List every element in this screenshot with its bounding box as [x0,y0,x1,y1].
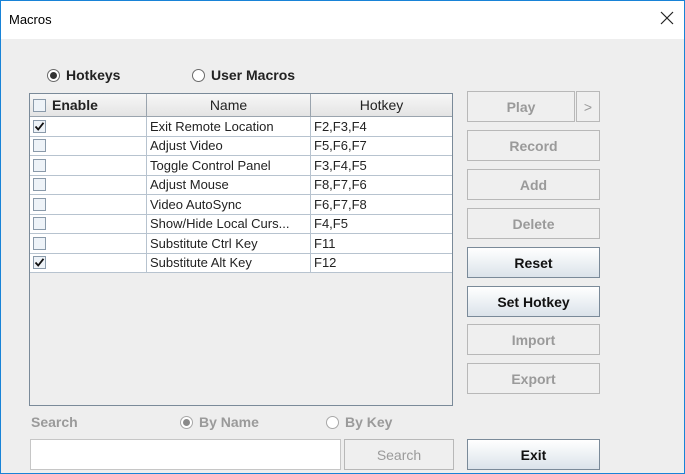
play-button[interactable]: Play [467,91,575,122]
row-name-cell: Adjust Video [147,136,311,155]
delete-button[interactable]: Delete [467,208,600,239]
row-name-cell: Adjust Mouse [147,175,311,194]
enable-checkbox[interactable] [33,217,46,231]
row-enable-cell [30,253,147,272]
hotkeys-radio-label: Hotkeys [66,67,121,83]
hotkeys-radio[interactable]: Hotkeys [47,67,120,83]
header-name-label: Name [209,97,248,113]
row-hotkey-cell: F5,F6,F7 [314,138,367,154]
row-enable-cell [30,214,147,233]
row-name-cell: Show/Hide Local Curs... [147,214,311,233]
row-hotkey-cell: F4,F5 [314,216,348,232]
by-name-radio[interactable]: By Name [180,414,259,430]
row-name-cell: Video AutoSync [147,195,311,214]
search-input[interactable] [30,439,341,470]
row-name-cell: Substitute Ctrl Key [147,234,311,253]
table-body: Exit Remote Location F2,F3,F4 Adjust Video… [30,117,452,273]
select-all-checkbox[interactable] [33,98,46,112]
macro-table: Enable Name Hotkey Exit Remote Location F… [29,93,453,406]
table-row[interactable]: Substitute Ctrl Key F11 [30,234,452,254]
row-enable-cell [30,234,147,253]
by-key-radio-label: By Key [345,414,393,430]
close-button[interactable] [650,1,684,35]
window-title: Macros [9,12,52,27]
export-button[interactable]: Export [467,363,600,394]
by-name-radio-label: By Name [199,414,259,430]
table-header: Enable Name Hotkey [30,94,452,117]
checkmark-icon [34,258,45,268]
search-label: Search [31,414,78,430]
table-row[interactable]: Exit Remote Location F2,F3,F4 [30,117,452,137]
enable-checkbox[interactable] [33,197,46,211]
row-enable-cell [30,117,147,136]
row-enable-cell [30,195,147,214]
enable-checkbox[interactable] [33,256,46,270]
table-row[interactable]: Adjust Video F5,F6,F7 [30,136,452,156]
row-hotkey-cell: F3,F4,F5 [314,157,367,173]
search-button[interactable]: Search [344,439,454,470]
row-hotkey-cell: F11 [314,235,336,251]
checkmark-icon [34,121,45,131]
close-icon [660,11,674,25]
header-hotkey[interactable]: Hotkey [311,94,452,116]
title-bar: Macros [1,1,684,39]
radio-selected-icon [47,68,60,82]
header-enable-label: Enable [52,97,98,113]
row-hotkey-cell: F8,F7,F6 [314,177,367,193]
radio-unselected-icon [192,68,205,82]
row-hotkey-cell: F2,F3,F4 [314,118,367,134]
add-button[interactable]: Add [467,169,600,200]
by-key-radio[interactable]: By Key [326,414,392,430]
row-enable-cell [30,156,147,175]
set-hotkey-button[interactable]: Set Hotkey [467,286,600,317]
play-options-button[interactable]: > [576,91,600,122]
user-macros-radio-label: User Macros [211,67,296,83]
radio-selected-icon [180,415,193,429]
exit-button[interactable]: Exit [467,439,600,470]
row-enable-cell [30,175,147,194]
table-row[interactable]: Show/Hide Local Curs... F4,F5 [30,214,452,234]
reset-button[interactable]: Reset [467,247,600,278]
row-name-cell: Substitute Alt Key [147,253,311,272]
header-hotkey-label: Hotkey [359,97,404,113]
radio-unselected-icon [326,415,339,429]
enable-checkbox[interactable] [33,158,46,172]
table-row[interactable]: Substitute Alt Key F12 [30,253,452,273]
row-enable-cell [30,136,147,155]
import-button[interactable]: Import [467,324,600,355]
table-row[interactable]: Video AutoSync F6,F7,F8 [30,195,452,215]
enable-checkbox[interactable] [33,119,46,133]
row-name-cell: Exit Remote Location [147,117,311,136]
enable-checkbox[interactable] [33,139,46,153]
row-hotkey-cell: F12 [314,255,337,271]
user-macros-radio[interactable]: User Macros [192,67,295,83]
header-name[interactable]: Name [147,94,311,116]
enable-checkbox[interactable] [33,178,46,192]
record-button[interactable]: Record [467,130,600,161]
table-row[interactable]: Adjust Mouse F8,F7,F6 [30,175,452,195]
row-hotkey-cell: F6,F7,F8 [314,196,367,212]
macros-dialog: Macros Hotkeys User Macros Enable Name H… [0,0,685,474]
row-name-cell: Toggle Control Panel [147,156,311,175]
header-enable[interactable]: Enable [30,94,147,116]
enable-checkbox[interactable] [33,236,46,250]
table-row[interactable]: Toggle Control Panel F3,F4,F5 [30,156,452,176]
